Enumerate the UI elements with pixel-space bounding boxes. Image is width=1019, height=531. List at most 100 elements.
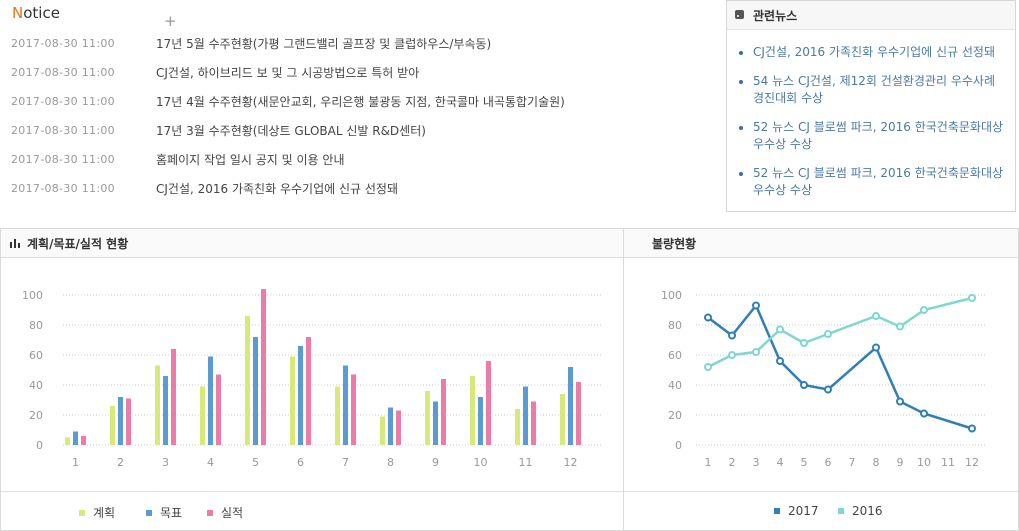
bar-actual: [396, 410, 401, 445]
data-point-2017: [776, 357, 784, 365]
data-point-2016: [824, 330, 832, 338]
bar-plan: [515, 409, 520, 445]
defect-chart: 0204060801001 2 3 4 5 6 7 8 9 10 11 12: [661, 289, 986, 469]
rss-icon: [735, 10, 744, 19]
bar-plan: [245, 316, 250, 445]
plan-target-actual-chart: 0204060801001 2 3 4 5 6 7 8 9 10 11 12: [22, 289, 603, 469]
plus-icon[interactable]: +: [164, 14, 177, 29]
plan-panel-title: 계획/목표/실적 현황: [27, 237, 129, 251]
notice-date: 2017-08-30 11:00: [11, 37, 115, 50]
x-tick-label: 8: [387, 456, 394, 469]
notice-item[interactable]: 2017-08-30 11:00 17년 5월 수주현황(가평 그랜드밸리 골프장…: [0, 36, 720, 65]
y-tick-label: 100: [661, 289, 682, 302]
defect-panel-title: 불량현황: [652, 237, 697, 251]
y-tick-label: 100: [22, 289, 43, 302]
bar-plan: [425, 391, 430, 445]
bar-plan: [560, 394, 565, 445]
bar-actual: [171, 349, 176, 445]
bar-actual: [306, 337, 311, 445]
y-tick-label: 80: [29, 319, 43, 332]
bar-plan: [65, 437, 70, 445]
notice-link[interactable]: 17년 3월 수주현황(데상트 GLOBAL 신발 R&D센터): [156, 123, 426, 139]
notice-list: 2017-08-30 11:00 17년 5월 수주현황(가평 그랜드밸리 골프장…: [0, 36, 720, 210]
notice-item[interactable]: 2017-08-30 11:00 17년 3월 수주현황(데상트 GLOBAL 신…: [0, 123, 720, 152]
x-tick-label: 3: [753, 456, 760, 469]
notice-link[interactable]: 17년 5월 수주현황(가평 그랜드밸리 골프장 및 클럽하우스/부속동): [156, 36, 491, 52]
data-point-2016: [776, 325, 784, 334]
news-item[interactable]: 54 뉴스 CJ건설, 제12회 건설환경관리 우수사례 경진대회 수상: [739, 73, 1005, 107]
news-item[interactable]: 52 뉴스 CJ 블로썸 파크, 2016 한국건축문화대상 우수상 수상: [739, 165, 1005, 199]
x-tick-label: 2: [117, 456, 124, 469]
notice-date: 2017-08-30 11:00: [11, 153, 115, 166]
data-point-2016: [968, 294, 976, 302]
data-point-2017: [800, 381, 808, 389]
notice-item[interactable]: 2017-08-30 11:00 CJ건설, 2016 가족친화 우수기업에 신규…: [0, 181, 720, 210]
notice-date: 2017-08-30 11:00: [11, 66, 115, 79]
data-point-2017: [872, 343, 880, 352]
bar-actual: [441, 379, 446, 445]
bar-legend: 계획 목표 실적: [1, 491, 623, 530]
related-news-title: 관련뉴스: [753, 9, 798, 23]
x-tick-label: 1: [72, 456, 79, 469]
notice-item[interactable]: 2017-08-30 11:00 홈페이지 작업 일시 공지 및 이용 안내: [0, 152, 720, 181]
x-tick-label: 9: [432, 456, 439, 469]
notice-item[interactable]: 2017-08-30 11:00 17년 4월 수주현황(새문안교회, 우리은행 …: [0, 94, 720, 123]
series-line-2016: [707, 296, 973, 369]
bar-target: [253, 337, 258, 445]
data-point-2017: [728, 331, 736, 340]
related-news-header: 관련뉴스: [727, 1, 1015, 30]
bar-plan: [470, 376, 475, 445]
bar-target: [388, 407, 393, 445]
line-legend: 2017 2016: [624, 491, 1018, 530]
bar-target: [118, 397, 123, 445]
bar-plan: [380, 416, 385, 445]
x-tick-label: 4: [777, 456, 784, 469]
notice-link[interactable]: 홈페이지 작업 일시 공지 및 이용 안내: [156, 152, 345, 168]
bar-target: [568, 367, 573, 445]
notice-link[interactable]: CJ건설, 하이브리드 보 및 그 시공방법으로 특허 받아: [156, 65, 419, 81]
y-tick-label: 40: [668, 379, 682, 392]
legend-swatch-actual: [207, 510, 213, 516]
data-point-2017: [752, 301, 760, 310]
y-tick-label: 0: [675, 439, 682, 452]
bar-plan: [290, 356, 295, 445]
notice-title-rest: otice: [23, 4, 60, 22]
bar-actual: [126, 398, 131, 445]
plan-target-actual-panel: 계획/목표/실적 현황 0 20 40 60 80 100 1 2 3 4 5 6 7 8 9 10 11 12 …: [0, 228, 624, 531]
x-tick-label: 12: [965, 456, 979, 469]
bar-target: [298, 346, 303, 445]
legend-actual: 실적: [207, 504, 243, 521]
data-point-2017: [824, 385, 832, 394]
notice-item[interactable]: 2017-08-30 11:00 CJ건설, 하이브리드 보 및 그 시공방법으로…: [0, 65, 720, 94]
x-tick-label: 6: [297, 456, 304, 469]
notice-date: 2017-08-30 11:00: [11, 124, 115, 137]
x-tick-label: 10: [474, 456, 488, 469]
news-item[interactable]: CJ건설, 2016 가족친화 우수기업에 신규 선정돼: [739, 44, 1005, 61]
legend-swatch-target: [146, 510, 152, 516]
y-tick-label: 80: [668, 319, 682, 332]
bar-actual: [81, 436, 86, 445]
bar-target: [343, 365, 348, 445]
x-tick-label: 6: [825, 456, 832, 469]
notice-date: 2017-08-30 11:00: [11, 95, 115, 108]
notice-link[interactable]: 17년 4월 수주현황(새문안교회, 우리은행 불광동 지점, 한국콜마 내곡통…: [156, 94, 565, 110]
bar-target: [523, 386, 528, 445]
x-tick-label: 12: [564, 456, 578, 469]
x-tick-label: 4: [207, 456, 214, 469]
notice-link[interactable]: CJ건설, 2016 가족친화 우수기업에 신규 선정돼: [156, 181, 398, 197]
notice-title: Notice: [12, 4, 60, 22]
x-tick-label: 7: [849, 456, 856, 469]
bar-plan: [335, 386, 340, 445]
legend-label: 2016: [852, 504, 883, 518]
x-tick-label: 11: [519, 456, 533, 469]
y-tick-label: 40: [29, 379, 43, 392]
x-tick-label: 3: [162, 456, 169, 469]
news-item[interactable]: 52 뉴스 CJ 블로썸 파크, 2016 한국건축문화대상 우수상 수상: [739, 119, 1005, 153]
data-point-2016: [872, 312, 880, 320]
defect-panel: 불량현황 0 20 40 60 80 100 1 2 3 4 5 6 7 8 9 10 11 12 2017 20…: [623, 228, 1019, 531]
bar-plan: [200, 386, 205, 445]
bar-target: [433, 401, 438, 445]
notice-title-initial: N: [12, 4, 24, 22]
data-point-2016: [752, 348, 760, 356]
data-point-2016: [800, 339, 808, 347]
